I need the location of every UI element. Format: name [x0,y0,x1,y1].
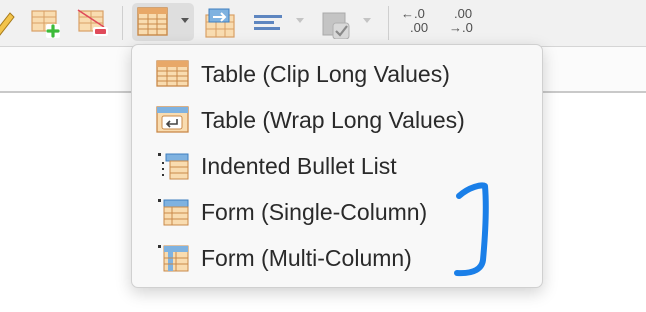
chevron-down-icon[interactable] [181,18,189,23]
toolbar: ←.0 .00 .00 →.0 [0,0,646,46]
toolbar-separator [122,6,123,40]
form-single-column-icon [156,196,190,233]
menu-item-table-wrap[interactable]: Table (Wrap Long Values) [132,97,542,143]
delete-row-icon[interactable] [76,5,112,44]
bracket-annotation-icon [449,180,497,285]
chevron-down-icon[interactable] [363,18,371,23]
align-left-icon[interactable] [252,5,286,44]
table-wrap-icon [156,104,190,141]
increase-decimal-icon[interactable]: ←.0 .00 [401,7,428,35]
menu-item-label: Form (Single-Column) [201,199,428,225]
pencil-icon[interactable] [0,5,16,44]
menu-item-label: Form (Multi-Column) [201,245,412,271]
menu-item-table-clip[interactable]: Table (Clip Long Values) [132,51,542,97]
menu-item-label: Table (Wrap Long Values) [201,107,465,133]
toolbar-separator [388,6,389,40]
chevron-down-icon[interactable] [296,18,304,23]
indented-list-icon [156,150,190,187]
export-icon[interactable] [203,5,237,44]
form-multi-column-icon [156,242,190,279]
table-clip-icon [156,58,190,95]
add-row-icon[interactable] [29,5,65,44]
table-layout-icon[interactable] [137,5,169,44]
decrease-decimal-icon[interactable]: .00 →.0 [449,7,473,35]
menu-item-label: Indented Bullet List [201,153,397,179]
menu-item-label: Table (Clip Long Values) [201,61,450,87]
fill-color-icon[interactable] [321,5,355,44]
